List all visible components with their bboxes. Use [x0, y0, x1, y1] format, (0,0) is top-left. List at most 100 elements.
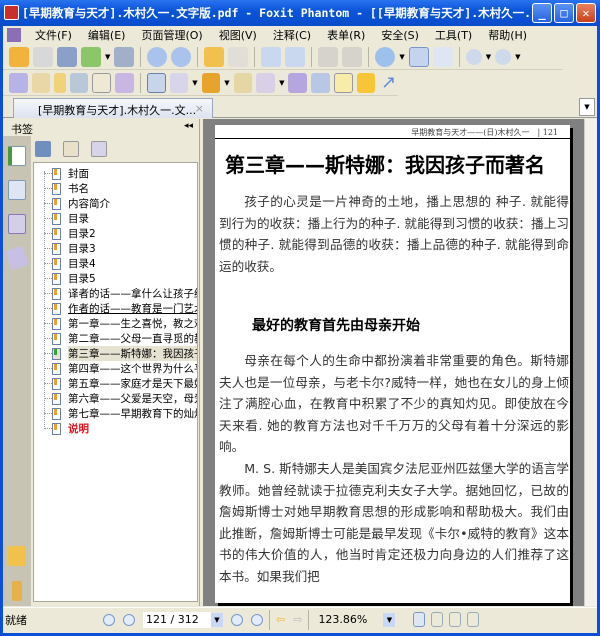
bookmark-label: 目录3 [68, 243, 96, 255]
bookmark-item[interactable]: 作者的话——教育是一门艺术 [44, 301, 198, 316]
next-page-button[interactable] [231, 613, 243, 626]
bookmark-item[interactable]: 第二章——父母一直寻觅的教育 [44, 331, 197, 346]
edit-note-icon[interactable] [288, 72, 308, 93]
continuous-facing-icon[interactable] [467, 612, 480, 627]
typewriter-icon[interactable] [92, 72, 112, 93]
maximize-button[interactable]: □ [554, 3, 574, 23]
menu-view[interactable]: 视图(V) [211, 27, 265, 43]
open-icon[interactable] [9, 46, 29, 67]
bookmark-item[interactable]: 封面 [44, 166, 197, 181]
select-text-icon[interactable] [31, 72, 51, 93]
bookmark-item[interactable]: 说明 [44, 421, 197, 436]
menu-comment[interactable]: 注释(C) [265, 27, 319, 43]
textbox-icon[interactable] [333, 72, 353, 93]
bookmark-item[interactable]: 目录 [44, 211, 197, 226]
vertical-scrollbar[interactable] [584, 119, 597, 606]
delete-bookmark-icon[interactable] [35, 141, 51, 157]
email-icon[interactable] [81, 46, 101, 67]
bookmark-to-page-icon[interactable] [91, 141, 107, 157]
bookmark-item[interactable]: 第六章——父爱是天空，母爱是大地 [44, 391, 197, 406]
bookmark-label: 作者的话——教育是一门艺术 [68, 303, 198, 315]
fit-page-icon[interactable] [408, 46, 429, 67]
rectangle-icon[interactable] [146, 72, 166, 93]
hand-icon[interactable] [9, 72, 28, 93]
arrow-icon[interactable]: ↗ [379, 72, 398, 93]
extract-page-icon[interactable] [261, 46, 282, 67]
forward-icon[interactable] [228, 46, 249, 67]
bookmark-label: 第三章——斯特娜：我因孩子而著名 [68, 346, 197, 361]
menu-security[interactable]: 安全(S) [373, 27, 427, 43]
zoom-field[interactable]: 123.86% [315, 612, 383, 628]
annotations-tab-icon[interactable] [8, 214, 26, 234]
bookmark-item[interactable]: 第五章——家庭才是天下最好的学校 [44, 376, 197, 391]
prev-page-button[interactable] [123, 613, 135, 626]
tab-bar: [早期教育与天才].木村久一.文... × ▼ [3, 96, 597, 118]
previous-page-icon[interactable] [147, 46, 168, 67]
fit-width-icon[interactable] [432, 46, 453, 67]
layers-tab-icon[interactable] [5, 245, 29, 271]
last-page-button[interactable] [251, 613, 263, 626]
minimize-button[interactable]: _ [532, 3, 552, 23]
save-icon[interactable] [33, 46, 53, 67]
next-page-icon[interactable] [171, 46, 192, 67]
facing-icon[interactable] [449, 612, 462, 627]
undo-icon[interactable] [318, 46, 339, 67]
redo-icon[interactable] [342, 46, 363, 67]
attachment-icon[interactable] [233, 72, 253, 93]
zoom-out-icon[interactable] [465, 48, 482, 65]
close-button[interactable]: ✕ [576, 3, 596, 23]
continuous-icon[interactable] [431, 612, 444, 627]
bookmark-icon [52, 167, 61, 180]
stamp-icon[interactable] [201, 72, 221, 93]
bookmark-item[interactable]: 译者的话——拿什么让孩子终身受益 [44, 286, 197, 301]
lock-icon[interactable] [256, 72, 276, 93]
zoom-in-icon[interactable] [495, 48, 512, 65]
bookmark-item[interactable]: 目录3 [44, 241, 197, 256]
zoom-dropdown[interactable]: ▼ [383, 612, 396, 627]
bookmark-item[interactable]: 第一章——生之喜悦，教之欢快 [44, 316, 197, 331]
menu-file[interactable]: 文件(F) [27, 27, 80, 43]
menu-page-organize[interactable]: 页面管理(O) [133, 27, 210, 43]
back-view-button[interactable]: ⇦ [276, 613, 285, 626]
document-icon [7, 28, 21, 42]
menu-tools[interactable]: 工具(T) [427, 27, 480, 43]
single-page-icon[interactable] [413, 612, 426, 627]
add-bookmark-icon[interactable] [63, 141, 79, 157]
bookmark-item[interactable]: 目录2 [44, 226, 197, 241]
binoculars-icon[interactable] [69, 72, 89, 93]
sign-icon[interactable] [311, 72, 330, 93]
bookmark-item[interactable]: 第七章——早期教育下的灿烂之花 [44, 406, 197, 421]
bookmarks-tab-icon[interactable] [8, 146, 26, 166]
comment-icon[interactable] [356, 72, 376, 93]
zoom-tool-icon[interactable] [375, 46, 396, 67]
tab-label: [早期教育与天才].木村久一.文... [38, 104, 197, 117]
tab-close-button[interactable]: × [195, 102, 204, 115]
forward-view-button[interactable]: ⇨ [293, 613, 302, 626]
bookmark-item[interactable]: 第四章——这个世界为什么平庸 [44, 361, 197, 376]
camera-icon[interactable] [115, 72, 134, 93]
bookmark-item[interactable]: 内容简介 [44, 196, 197, 211]
menu-help[interactable]: 帮助(H) [480, 27, 535, 43]
bookmark-item[interactable]: 目录5 [44, 271, 197, 286]
menu-form[interactable]: 表单(R) [319, 27, 373, 43]
first-page-button[interactable] [103, 613, 115, 626]
insert-page-icon[interactable] [285, 46, 306, 67]
print-icon[interactable] [57, 46, 77, 67]
page-dropdown[interactable]: ▼ [211, 612, 223, 627]
scan-icon[interactable] [114, 46, 135, 67]
pages-tab-icon[interactable] [8, 180, 26, 200]
menu-edit[interactable]: 编辑(E) [80, 27, 134, 43]
select-arrow-icon[interactable] [54, 72, 66, 93]
page-number-field[interactable]: 121 / 312 [143, 611, 211, 628]
comments-icon[interactable] [8, 546, 26, 566]
attachments-icon[interactable] [12, 581, 22, 601]
bookmark-icon [52, 197, 61, 210]
bookmark-item[interactable]: 书名 [44, 181, 197, 196]
tab-list-dropdown[interactable]: ▼ [579, 98, 595, 116]
bookmark-item[interactable]: 目录4 [44, 256, 197, 271]
bookmark-item[interactable]: 第三章——斯特娜：我因孩子而著名 [44, 346, 197, 361]
document-tab[interactable]: [早期教育与天才].木村久一.文... × [13, 98, 213, 118]
pencil-icon[interactable] [169, 72, 189, 93]
collapse-panel-button[interactable]: ◂◂ [184, 121, 193, 131]
back-icon[interactable] [204, 46, 225, 67]
